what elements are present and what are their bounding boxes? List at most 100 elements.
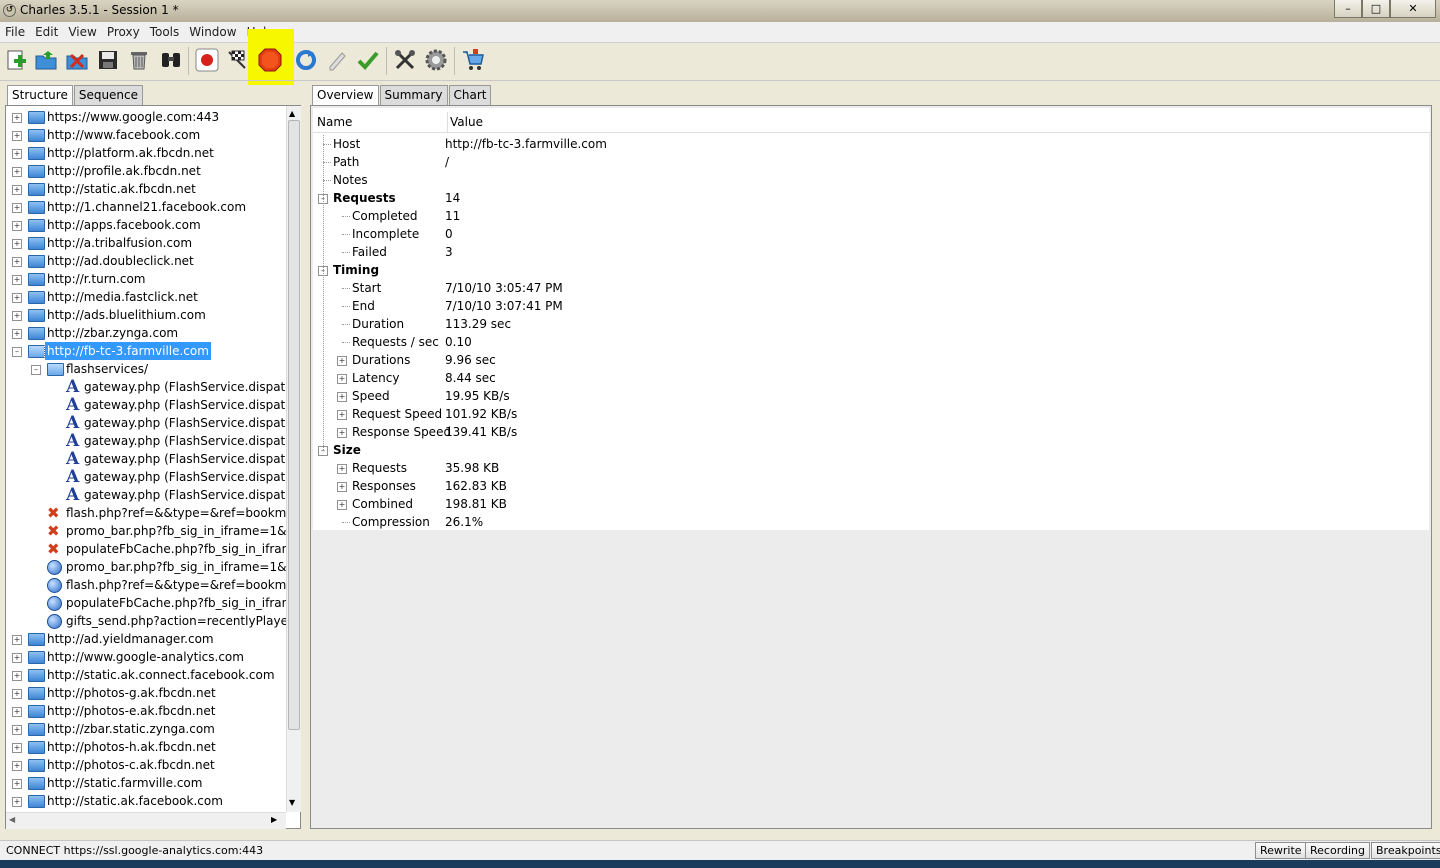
overview-row[interactable]: + Request Speed 101.92 KB/s xyxy=(313,405,1429,423)
expand-icon[interactable]: + xyxy=(12,239,22,249)
tree-item[interactable]: populateFbCache.php?fb_sig_in_iframe=: xyxy=(6,594,286,612)
expand-icon[interactable]: + xyxy=(337,374,347,384)
overview-row[interactable]: + Durations 9.96 sec xyxy=(313,351,1429,369)
menu-view[interactable]: View xyxy=(63,22,101,39)
breakpoints-button[interactable]: Breakpoints xyxy=(1371,842,1440,859)
menu-file[interactable]: File xyxy=(0,22,30,39)
recording-button[interactable]: Recording xyxy=(1305,842,1371,859)
expand-icon[interactable]: + xyxy=(12,797,22,807)
tree-item[interactable]: Agateway.php (FlashService.dispatchBa xyxy=(6,414,286,432)
repeat-icon[interactable] xyxy=(293,47,319,73)
validate-icon[interactable] xyxy=(355,47,381,73)
tab-sequence[interactable]: Sequence xyxy=(73,85,144,106)
expand-icon[interactable]: + xyxy=(12,653,22,663)
overview-row[interactable]: + Requests 35.98 KB xyxy=(313,459,1429,477)
scrollbar-thumb[interactable] xyxy=(288,120,300,730)
tree-host-item[interactable]: + http://www.google-analytics.com xyxy=(6,648,286,666)
overview-row[interactable]: Incomplete 0 xyxy=(313,225,1429,243)
expand-icon[interactable]: + xyxy=(12,743,22,753)
scroll-right-icon[interactable]: ▶ xyxy=(271,815,277,824)
expand-icon[interactable]: + xyxy=(12,221,22,231)
overview-row[interactable]: Path / xyxy=(313,153,1429,171)
expand-icon[interactable]: + xyxy=(12,689,22,699)
expand-icon[interactable]: + xyxy=(337,392,347,402)
expand-icon[interactable]: + xyxy=(12,671,22,681)
expand-icon[interactable]: + xyxy=(12,149,22,159)
tree-host-item[interactable]: + http://photos-e.ak.fbcdn.net xyxy=(6,702,286,720)
tools-icon[interactable] xyxy=(392,47,418,73)
tree-item[interactable]: Agateway.php (FlashService.dispatchBa xyxy=(6,432,286,450)
breakpoints-icon[interactable] xyxy=(257,47,283,73)
tree-host-item[interactable]: + http://profile.ak.fbcdn.net xyxy=(6,162,286,180)
tree-host-item[interactable]: + http://r.turn.com xyxy=(6,270,286,288)
tree-item[interactable]: flash.php?ref=&&type=&ref=bookmarks xyxy=(6,576,286,594)
expand-icon[interactable]: + xyxy=(337,356,347,366)
expand-icon[interactable]: + xyxy=(12,761,22,771)
tab-summary[interactable]: Summary xyxy=(379,85,448,106)
expand-icon[interactable]: + xyxy=(12,131,22,141)
overview-row[interactable]: + Responses 162.83 KB xyxy=(313,477,1429,495)
tree-host-item[interactable]: + http://static.farmville.com xyxy=(6,774,286,792)
expand-icon[interactable]: + xyxy=(337,410,347,420)
tree-host-item[interactable]: + http://apps.facebook.com xyxy=(6,216,286,234)
clear-session-icon[interactable] xyxy=(126,47,152,73)
tree-item[interactable]: promo_bar.php?fb_sig_in_iframe=1&fb_s xyxy=(6,558,286,576)
scroll-up-icon[interactable]: ▲ xyxy=(289,109,295,118)
maximize-button[interactable]: □ xyxy=(1362,0,1390,18)
edit-icon[interactable] xyxy=(324,47,350,73)
tree-item[interactable]: Agateway.php (FlashService.dispatchBa xyxy=(6,468,286,486)
tree-host-item[interactable]: – http://fb-tc-3.farmville.com xyxy=(6,341,286,361)
minimize-button[interactable]: – xyxy=(1334,0,1362,18)
overview-row[interactable]: Start 7/10/10 3:05:47 PM xyxy=(313,279,1429,297)
tree-item[interactable]: gifts_send.php?action=recentlyPlayedOv xyxy=(6,612,286,630)
tree-host-item[interactable]: + http://static.ak.connect.facebook.com xyxy=(6,666,286,684)
tree-item[interactable]: ✖ populateFbCache.php?fb_sig_in_iframe=: xyxy=(6,540,286,558)
expand-icon[interactable]: + xyxy=(337,464,347,474)
tree-host-item[interactable]: + https://www.google.com:443 xyxy=(6,108,286,126)
column-header-name[interactable]: Name xyxy=(313,112,448,133)
overview-row[interactable]: + Response Speed 139.41 KB/s xyxy=(313,423,1429,441)
tree-host-item[interactable]: + http://platform.ak.fbcdn.net xyxy=(6,144,286,162)
expand-icon[interactable]: + xyxy=(12,113,22,123)
tree-host-item[interactable]: + http://ad.yieldmanager.com xyxy=(6,630,286,648)
tree-host-item[interactable]: + http://media.fastclick.net xyxy=(6,288,286,306)
find-icon[interactable] xyxy=(158,47,184,73)
overview-row[interactable]: Compression 26.1% xyxy=(313,513,1429,531)
close-button[interactable]: ✕ xyxy=(1390,0,1436,18)
overview-row[interactable]: + Speed 19.95 KB/s xyxy=(313,387,1429,405)
overview-row[interactable]: Duration 113.29 sec xyxy=(313,315,1429,333)
overview-row[interactable]: End 7/10/10 3:07:41 PM xyxy=(313,297,1429,315)
overview-row[interactable]: Completed 11 xyxy=(313,207,1429,225)
tree-host-item[interactable]: + http://a.tribalfusion.com xyxy=(6,234,286,252)
tree-item[interactable]: Agateway.php (FlashService.dispatchBa xyxy=(6,378,286,396)
throttle-icon[interactable] xyxy=(225,47,251,73)
menu-proxy[interactable]: Proxy xyxy=(102,22,145,39)
tab-chart[interactable]: Chart xyxy=(448,85,492,106)
expand-icon[interactable]: + xyxy=(12,779,22,789)
expand-icon[interactable]: + xyxy=(12,185,22,195)
close-session-icon[interactable] xyxy=(64,47,90,73)
column-header-value[interactable]: Value xyxy=(448,112,1430,133)
rewrite-button[interactable]: Rewrite xyxy=(1255,842,1307,859)
collapse-icon[interactable]: – xyxy=(31,365,41,375)
shopping-cart-icon[interactable] xyxy=(460,47,486,73)
tree-host-item[interactable]: + http://zbar.static.zynga.com xyxy=(6,720,286,738)
tree-host-item[interactable]: + http://1.channel21.facebook.com xyxy=(6,198,286,216)
tree-horizontal-scrollbar[interactable]: ◀ ▶ xyxy=(6,812,286,829)
tree-host-item[interactable]: + http://www.facebook.com xyxy=(6,126,286,144)
overview-row[interactable]: Host http://fb-tc-3.farmville.com xyxy=(313,135,1429,153)
save-session-icon[interactable] xyxy=(95,47,121,73)
menu-tools[interactable]: Tools xyxy=(145,22,185,39)
tree-host-item[interactable]: + http://photos-c.ak.fbcdn.net xyxy=(6,756,286,774)
tree-item[interactable]: ✖ flash.php?ref=&&type=&ref=bookmarks xyxy=(6,504,286,522)
tree-host-item[interactable]: + http://photos-h.ak.fbcdn.net xyxy=(6,738,286,756)
expand-icon[interactable]: + xyxy=(12,293,22,303)
tree-host-item[interactable]: + http://static.ak.fbcdn.net xyxy=(6,180,286,198)
expand-icon[interactable]: + xyxy=(12,167,22,177)
overview-row[interactable]: Failed 3 xyxy=(313,243,1429,261)
overview-row[interactable]: Requests / sec 0.10 xyxy=(313,333,1429,351)
tree-host-item[interactable]: + http://ads.bluelithium.com xyxy=(6,306,286,324)
tree-host-item[interactable]: + http://photos-g.ak.fbcdn.net xyxy=(6,684,286,702)
tree-host-item[interactable]: + http://static.ak.facebook.com xyxy=(6,792,286,810)
expand-icon[interactable]: + xyxy=(12,329,22,339)
